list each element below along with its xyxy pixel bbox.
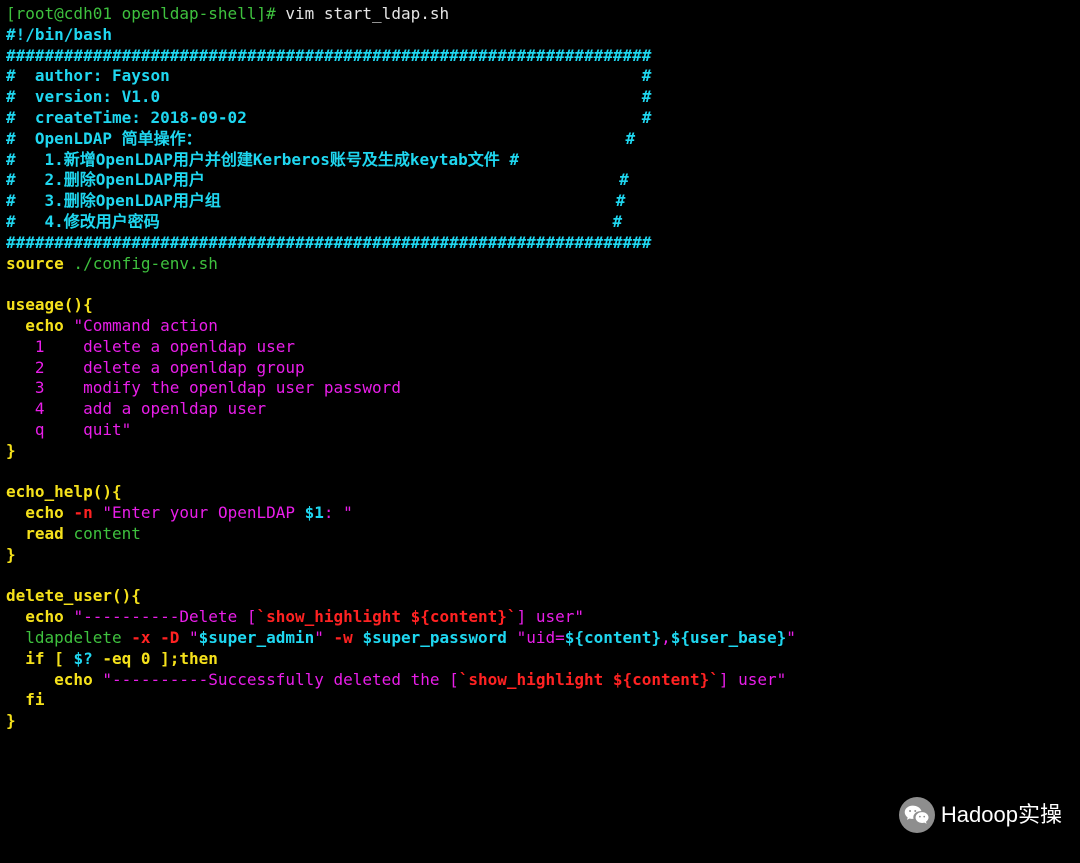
bracket: [ xyxy=(54,649,73,668)
terminal-viewport[interactable]: [root@cdh01 openldap-shell]# vim start_l… xyxy=(0,0,1080,736)
blank xyxy=(6,462,1074,483)
cmd: ldapdelete xyxy=(6,628,131,647)
path: ./config-env.sh xyxy=(64,254,218,273)
q: "uid= xyxy=(517,628,565,647)
var: ${content} xyxy=(565,628,661,647)
var: $1 xyxy=(305,503,324,522)
var: ${user_base} xyxy=(671,628,787,647)
cond: -eq 0 ] xyxy=(93,649,170,668)
source-line: source ./config-env.sh xyxy=(6,254,1074,275)
comma: , xyxy=(661,628,671,647)
var: content xyxy=(73,524,140,543)
brace: } xyxy=(6,711,1074,732)
blank xyxy=(6,274,1074,295)
func-def: useage(){ xyxy=(6,295,1074,316)
comment-line: # createTime: 2018-09-02 # xyxy=(6,108,1074,129)
if-line: if [ $? -eq 0 ];then xyxy=(6,649,1074,670)
string-line: 4 add a openldap user xyxy=(6,399,1074,420)
var: $super_password xyxy=(362,628,516,647)
comment-line: # 4.修改用户密码 # xyxy=(6,212,1074,233)
keyword: echo xyxy=(6,316,73,335)
comment-line: # 3.删除OpenLDAP用户组 # xyxy=(6,191,1074,212)
string-line: 3 modify the openldap user password xyxy=(6,378,1074,399)
shebang: #!/bin/bash xyxy=(6,25,1074,46)
echo-line: echo "----------Delete [`show_highlight … xyxy=(6,607,1074,628)
echo-line: echo "Command action xyxy=(6,316,1074,337)
hrule: ########################################… xyxy=(6,46,1074,67)
echo-line: echo "----------Successfully deleted the… xyxy=(6,670,1074,691)
watermark-text: Hadoop实操 xyxy=(941,801,1062,830)
string: : " xyxy=(324,503,353,522)
user-host: [root@cdh01 openldap-shell]# xyxy=(6,4,276,23)
string-line: 1 delete a openldap user xyxy=(6,337,1074,358)
fi: fi xyxy=(6,690,1074,711)
wechat-icon xyxy=(899,797,935,833)
read-line: read content xyxy=(6,524,1074,545)
backtick: `show_highlight ${content}` xyxy=(459,670,719,689)
var: $? xyxy=(73,649,92,668)
string-line: q quit" xyxy=(6,420,1074,441)
keyword: echo xyxy=(6,503,73,522)
comment-line: # OpenLDAP 简单操作： # xyxy=(6,129,1074,150)
brace: } xyxy=(6,545,1074,566)
var: $super_admin xyxy=(199,628,315,647)
keyword: read xyxy=(6,524,73,543)
command: vim start_ldap.sh xyxy=(276,4,449,23)
string: ] user" xyxy=(517,607,584,626)
backtick: `show_highlight ${content}` xyxy=(256,607,516,626)
keyword: echo xyxy=(6,607,73,626)
comment-line: # version: V1.0 # xyxy=(6,87,1074,108)
flag: -w xyxy=(334,628,363,647)
hrule: ########################################… xyxy=(6,233,1074,254)
shell-prompt: [root@cdh01 openldap-shell]# vim start_l… xyxy=(6,4,1074,25)
q: " xyxy=(786,628,796,647)
string: "Enter your OpenLDAP xyxy=(102,503,304,522)
comment-line: # 1.新增OpenLDAP用户并创建Kerberos账号及生成keytab文件… xyxy=(6,150,1074,171)
string: "----------Successfully deleted the [ xyxy=(102,670,458,689)
watermark: Hadoop实操 xyxy=(899,797,1062,833)
string: "----------Delete [ xyxy=(73,607,256,626)
then: ;then xyxy=(170,649,218,668)
string: "Command action xyxy=(73,316,218,335)
ldapdelete-line: ldapdelete -x -D "$super_admin" -w $supe… xyxy=(6,628,1074,649)
echo-line: echo -n "Enter your OpenLDAP $1: " xyxy=(6,503,1074,524)
string: ] user" xyxy=(719,670,786,689)
q: " xyxy=(189,628,199,647)
string-line: 2 delete a openldap group xyxy=(6,358,1074,379)
func-def: delete_user(){ xyxy=(6,586,1074,607)
flag: -n xyxy=(73,503,102,522)
keyword: echo xyxy=(6,670,102,689)
comment-line: # 2.删除OpenLDAP用户 # xyxy=(6,170,1074,191)
comment-line: # author: Fayson # xyxy=(6,66,1074,87)
q: " xyxy=(314,628,333,647)
flag: -x -D xyxy=(131,628,189,647)
func-def: echo_help(){ xyxy=(6,482,1074,503)
blank xyxy=(6,566,1074,587)
keyword: source xyxy=(6,254,64,273)
keyword: if xyxy=(6,649,54,668)
brace: } xyxy=(6,441,1074,462)
